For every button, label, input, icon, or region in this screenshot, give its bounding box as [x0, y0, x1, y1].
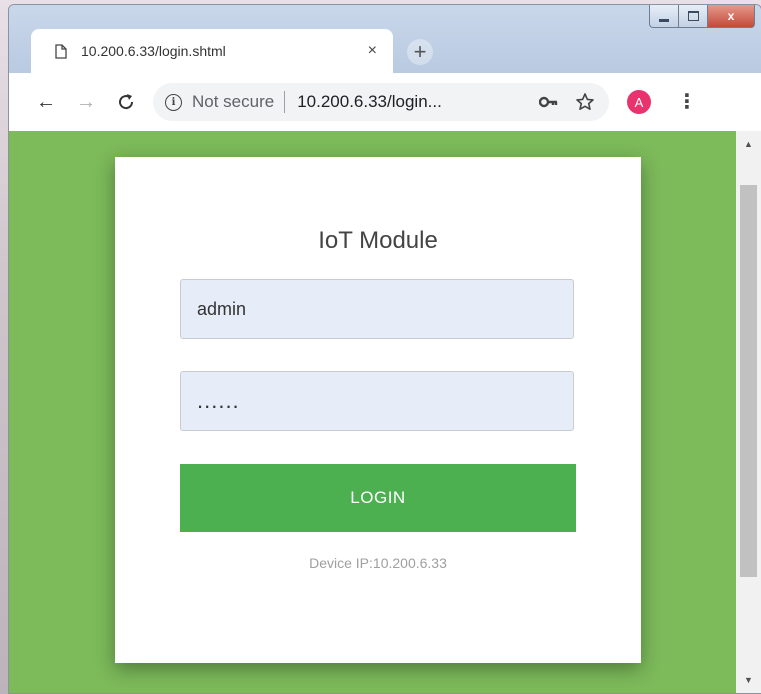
back-button[interactable]: ← — [29, 85, 63, 119]
title-bar: x 10.200.6.33/login.shtml × + — [9, 5, 761, 81]
bookmark-star-icon[interactable] — [575, 92, 595, 112]
minimize-icon — [659, 18, 669, 22]
page-icon — [55, 43, 67, 59]
new-tab-button[interactable]: + — [407, 39, 433, 65]
maximize-icon — [687, 11, 699, 21]
scroll-thumb[interactable] — [740, 185, 757, 577]
maximize-button[interactable] — [678, 5, 708, 28]
page-viewport: IoT Module LOGIN Device IP:10.200.6.33 — [9, 131, 736, 693]
profile-avatar[interactable]: A — [627, 90, 651, 114]
tab-close-icon[interactable]: × — [368, 42, 377, 60]
browser-toolbar: ← → i Not secure 10.200.6.33/login... A … — [9, 73, 761, 131]
address-separator — [284, 91, 286, 113]
info-icon[interactable]: i — [165, 93, 182, 111]
window-controls: x — [649, 5, 755, 28]
menu-icon[interactable]: ⋮ — [677, 92, 697, 112]
page-title: IoT Module — [318, 227, 438, 254]
password-input[interactable] — [180, 371, 574, 431]
url-text[interactable]: 10.200.6.33/login... — [297, 92, 539, 112]
reload-icon — [119, 94, 134, 110]
address-bar[interactable]: i Not secure 10.200.6.33/login... — [153, 83, 609, 121]
key-icon[interactable] — [539, 96, 559, 108]
security-label[interactable]: Not secure — [192, 92, 274, 112]
minimize-button[interactable] — [649, 5, 679, 28]
device-ip-text: Device IP:10.200.6.33 — [309, 555, 447, 571]
tab-title: 10.200.6.33/login.shtml — [81, 43, 226, 59]
login-button[interactable]: LOGIN — [180, 464, 576, 532]
reload-button[interactable] — [109, 85, 143, 119]
login-card: IoT Module LOGIN Device IP:10.200.6.33 — [115, 157, 641, 663]
scroll-up-arrow-icon[interactable]: ▲ — [736, 135, 761, 153]
window-close-button[interactable]: x — [707, 5, 755, 28]
vertical-scrollbar[interactable]: ▲ ▼ — [736, 131, 761, 693]
scroll-down-arrow-icon[interactable]: ▼ — [736, 671, 761, 689]
browser-window: x 10.200.6.33/login.shtml × + ← → i Not … — [8, 4, 761, 694]
username-input[interactable] — [180, 279, 574, 339]
window-close-icon: x — [727, 9, 735, 23]
forward-button[interactable]: → — [69, 85, 103, 119]
browser-tab[interactable]: 10.200.6.33/login.shtml × — [31, 29, 393, 73]
